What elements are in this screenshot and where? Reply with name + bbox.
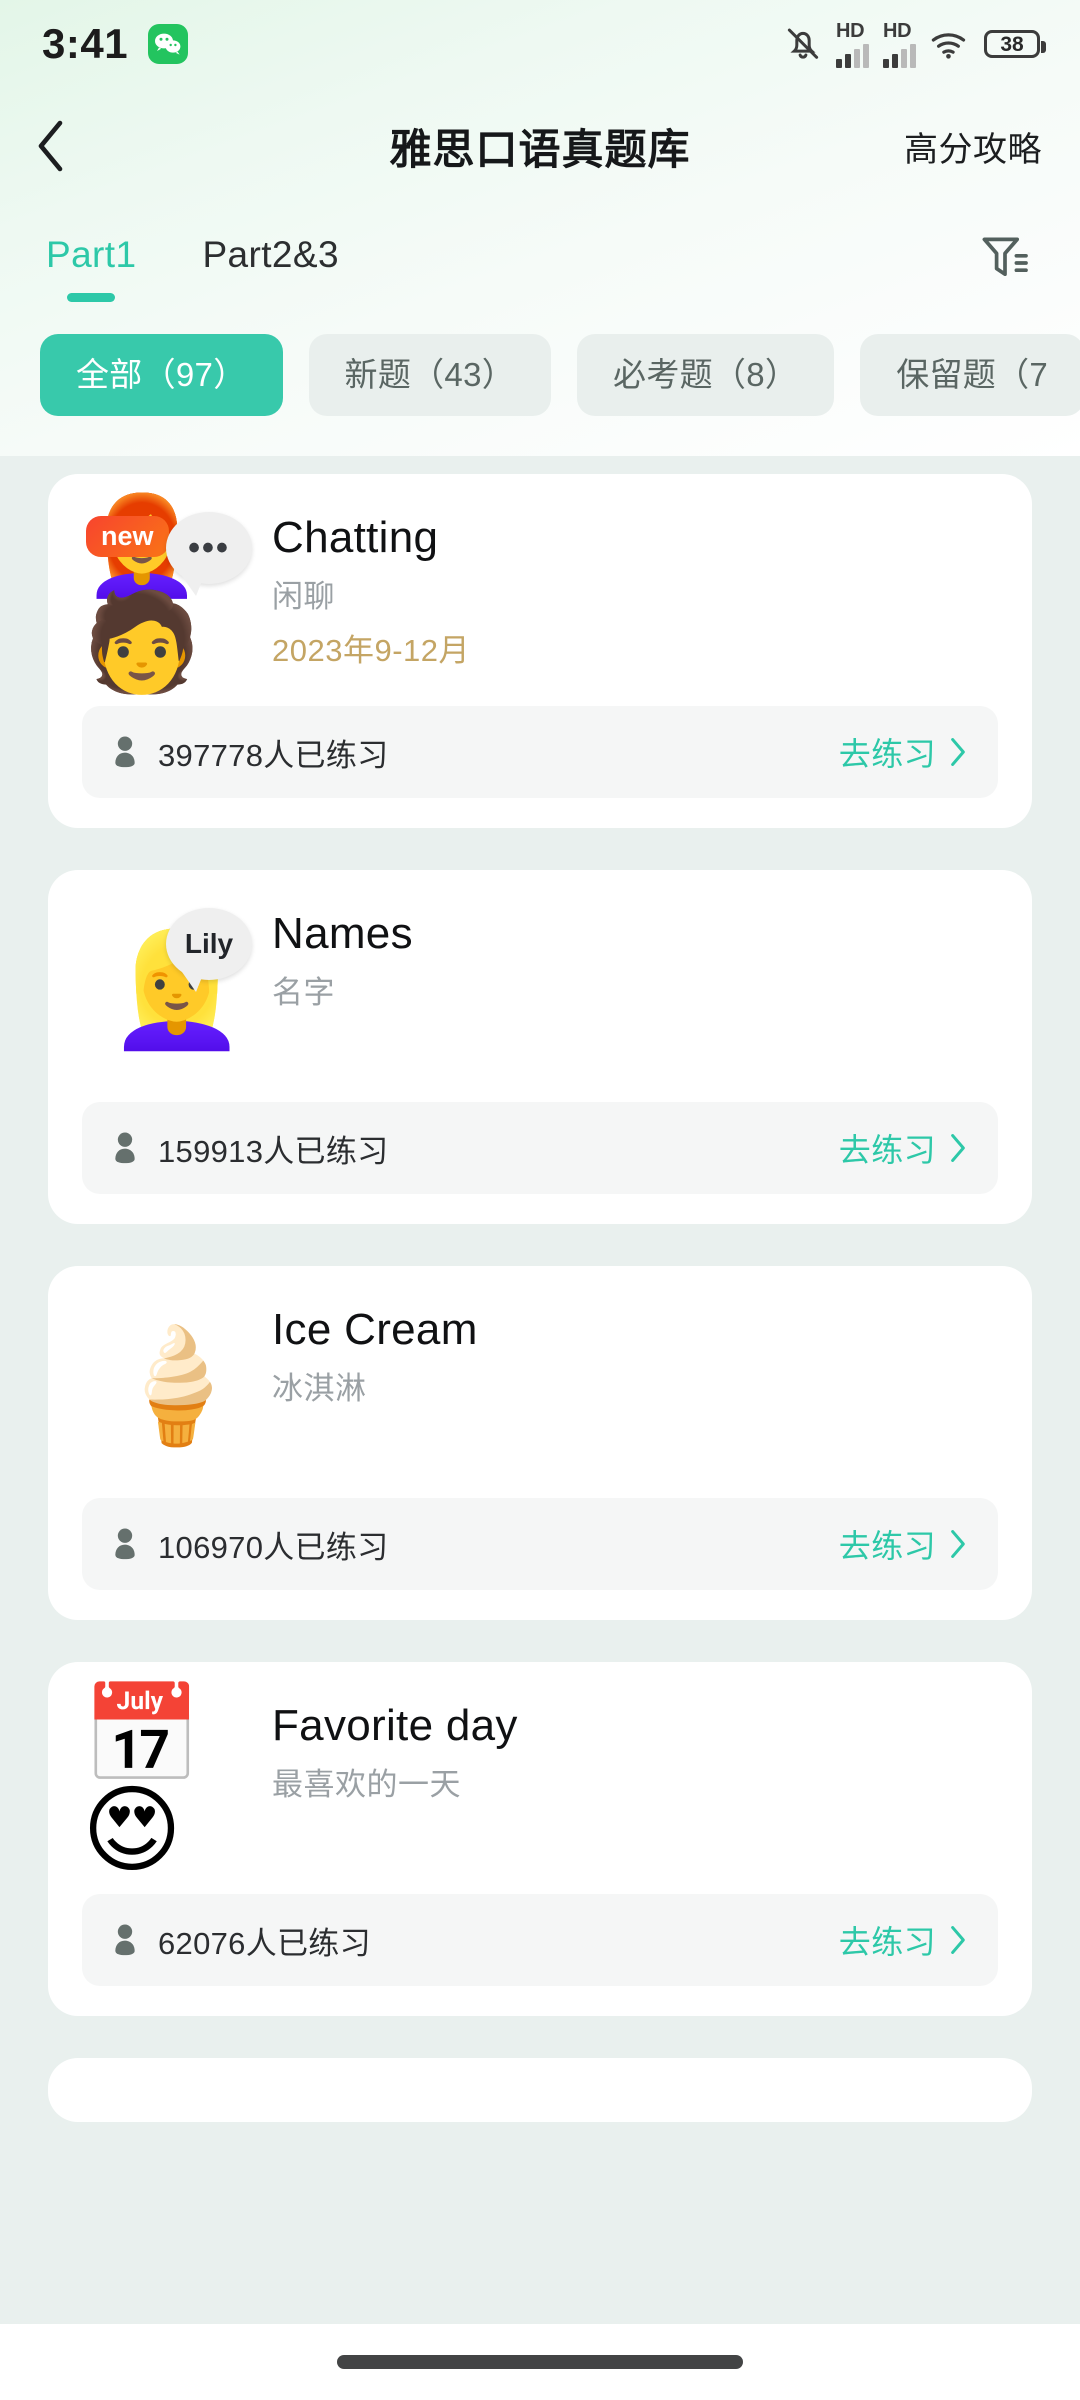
topic-card-text: Ice Cream 冰淇淋	[272, 1300, 998, 1408]
signal-icon-sim2: HD	[883, 21, 916, 68]
filter-chip-new[interactable]: 新题（43）	[308, 334, 552, 416]
topic-date-range: 2023年9-12月	[272, 632, 471, 668]
go-practice-button[interactable]: 去练习	[839, 1521, 968, 1567]
topic-card-partial[interactable]	[48, 2058, 1032, 2122]
speech-bubble-icon: Lily	[166, 908, 252, 992]
topic-card-header: 🍦 Ice Cream 冰淇淋	[82, 1300, 998, 1472]
topic-list[interactable]: new ••• 👩‍🦰🧑 Chatting 闲聊 2023年9-12月	[0, 456, 1080, 2324]
signal-icon-sim1: HD	[836, 21, 869, 68]
top-chrome: 3:41 HD HD 38 雅思口语真题库 高分攻略 Part1 Part2&3…	[0, 0, 1080, 456]
topic-card-text: Chatting 闲聊 2023年9-12月	[272, 508, 998, 669]
chevron-right-icon	[951, 738, 965, 766]
phone-screen: 3:41 HD HD 38 雅思口语真题库 高分攻略 Part1 Part2&3…	[0, 0, 1080, 2400]
topic-subtitle: 最喜欢的一天	[272, 1767, 461, 1803]
tab-part1[interactable]: Part1	[46, 234, 136, 280]
practice-count: 62076人已练习	[158, 1925, 371, 1961]
topic-emoji: 🍦	[82, 1300, 272, 1472]
topic-card-header: Lily 👱‍♀️ Names 名字	[82, 904, 998, 1076]
topic-emoji: new ••• 👩‍🦰🧑	[82, 498, 272, 690]
status-time: 3:41	[42, 20, 129, 67]
topic-card[interactable]: 📅😍 Favorite day 最喜欢的一天 62076人已练习 去练习	[48, 1662, 1032, 2016]
go-practice-label: 去练习	[838, 1132, 936, 1168]
back-button[interactable]	[34, 111, 104, 181]
practice-bar[interactable]: 106970人已练习 去练习	[82, 1498, 998, 1590]
topic-title: Names	[272, 909, 413, 958]
filter-chip-must[interactable]: 必考题（8）	[577, 334, 835, 416]
topic-emoji: Lily 👱‍♀️	[82, 904, 272, 1076]
topic-card-text: Names 名字	[272, 904, 998, 1012]
filter-chip-all[interactable]: 全部（97）	[40, 334, 283, 416]
person-icon	[110, 1131, 140, 1165]
battery-icon: 38	[984, 30, 1046, 58]
topic-card[interactable]: Lily 👱‍♀️ Names 名字 159913人已练习 去练习	[48, 870, 1032, 1224]
bell-muted-icon	[784, 25, 822, 63]
topic-subtitle: 冰淇淋	[272, 1371, 367, 1407]
filter-funnel-icon[interactable]	[966, 219, 1042, 295]
topic-subtitle: 名字	[272, 975, 335, 1011]
topic-title: Chatting	[272, 513, 439, 562]
practice-count: 106970人已练习	[158, 1529, 389, 1565]
person-icon	[110, 1923, 140, 1957]
tab-bar: Part1 Part2&3	[0, 204, 1080, 310]
topic-title: Ice Cream	[272, 1305, 478, 1354]
filter-chip-retained[interactable]: 保留题（7	[860, 334, 1080, 416]
practice-count: 397778人已练习	[158, 737, 389, 773]
topic-subtitle: 闲聊	[272, 579, 335, 615]
emoji-glyph: 🍦	[107, 1321, 247, 1451]
practice-bar[interactable]: 397778人已练习 去练习	[82, 706, 998, 798]
go-practice-button[interactable]: 去练习	[839, 1917, 968, 1963]
status-bar: 3:41 HD HD 38	[0, 0, 1080, 88]
go-practice-label: 去练习	[838, 1924, 936, 1960]
topic-card-text: Favorite day 最喜欢的一天	[272, 1696, 998, 1804]
go-practice-label: 去练习	[838, 1528, 936, 1564]
navigation-bar	[0, 2324, 1080, 2400]
topic-card[interactable]: 🍦 Ice Cream 冰淇淋 106970人已练习 去练习	[48, 1266, 1032, 1620]
topic-card-header: new ••• 👩‍🦰🧑 Chatting 闲聊 2023年9-12月	[82, 498, 998, 690]
new-badge: new	[86, 516, 169, 557]
topic-title: Favorite day	[272, 1701, 518, 1750]
chevron-right-icon	[951, 1530, 965, 1558]
tab-part2and3[interactable]: Part2&3	[202, 234, 339, 280]
status-icons: HD HD 38	[784, 21, 1046, 68]
person-icon	[110, 735, 140, 769]
speech-bubble-icon: •••	[166, 512, 252, 596]
go-practice-button[interactable]: 去练习	[839, 729, 968, 775]
app-header: 雅思口语真题库 高分攻略	[0, 88, 1080, 204]
emoji-glyph: 📅😍	[82, 1678, 202, 1886]
go-practice-button[interactable]: 去练习	[839, 1125, 968, 1171]
battery-level: 38	[1000, 32, 1024, 56]
go-practice-label: 去练习	[838, 736, 936, 772]
practice-count: 159913人已练习	[158, 1133, 389, 1169]
high-score-guide-button[interactable]: 高分攻略	[904, 122, 1042, 171]
chevron-right-icon	[951, 1134, 965, 1162]
practice-bar[interactable]: 62076人已练习 去练习	[82, 1894, 998, 1986]
chevron-right-icon	[951, 1926, 965, 1954]
wifi-icon	[930, 28, 970, 60]
wechat-icon	[148, 24, 189, 64]
filter-chip-row[interactable]: 全部（97） 新题（43） 必考题（8） 保留题（7	[0, 310, 1080, 456]
topic-card-header: 📅😍 Favorite day 最喜欢的一天	[82, 1686, 998, 1878]
topic-card[interactable]: new ••• 👩‍🦰🧑 Chatting 闲聊 2023年9-12月	[48, 474, 1032, 828]
person-icon	[110, 1527, 140, 1561]
practice-bar[interactable]: 159913人已练习 去练习	[82, 1102, 998, 1194]
home-indicator[interactable]	[337, 2355, 743, 2369]
topic-emoji: 📅😍	[82, 1686, 272, 1878]
